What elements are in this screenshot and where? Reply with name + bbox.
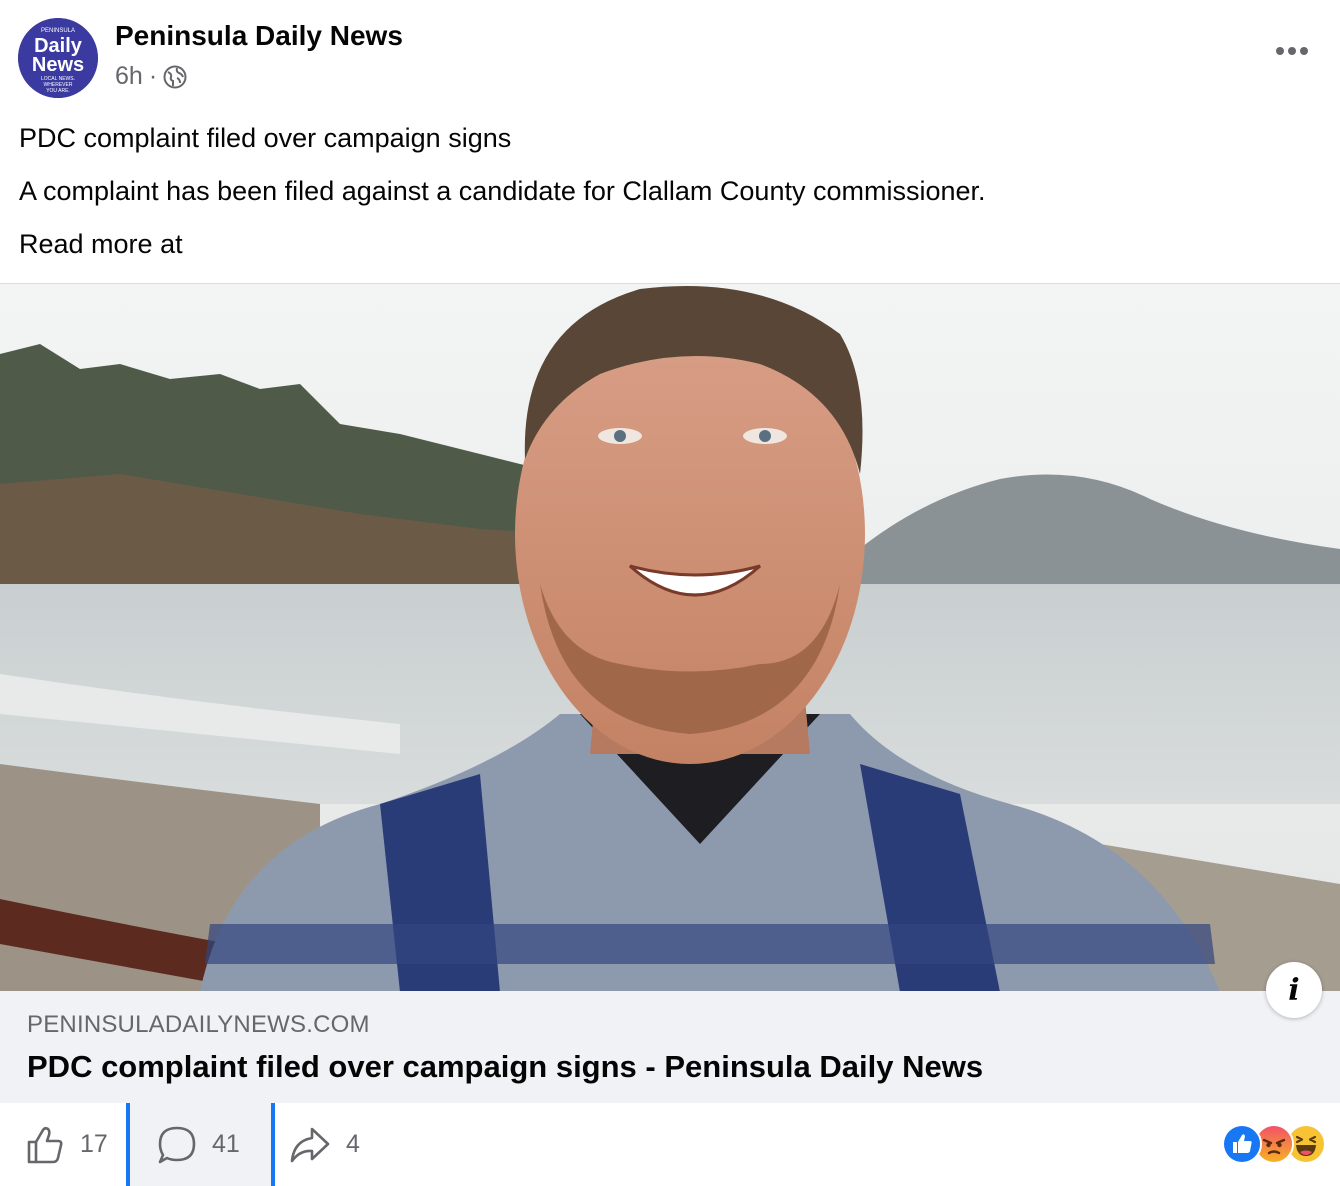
meta-separator: · (148, 62, 158, 90)
more-dot-icon (1300, 47, 1308, 55)
like-reaction-icon (1222, 1124, 1262, 1164)
share-count: 4 (346, 1130, 360, 1158)
avatar-tagline-3: YOU ARE. (46, 88, 70, 94)
link-preview-footer[interactable]: PENINSULADAILYNEWS.COM PDC complaint fil… (0, 991, 1340, 1103)
comment-button[interactable]: 41 (130, 1103, 272, 1186)
post-text: PDC complaint filed over campaign signs … (19, 112, 1319, 271)
more-options-button[interactable] (1272, 36, 1312, 66)
avatar-top-text: PENINSULA (41, 28, 75, 34)
thumbs-up-icon (27, 1126, 63, 1163)
post-read-more: Read more at (19, 229, 183, 259)
more-dot-icon (1276, 47, 1284, 55)
avatar-line2: News (32, 54, 84, 76)
action-divider (271, 1103, 275, 1186)
post-meta: 6h · (115, 62, 187, 91)
page-name[interactable]: Peninsula Daily News (115, 20, 403, 52)
post-time[interactable]: 6h (115, 62, 143, 91)
page-avatar[interactable]: PENINSULA Daily News LOCAL NEWS. WHEREVE… (18, 18, 98, 98)
info-button[interactable]: i (1266, 962, 1322, 1018)
post-summary: A complaint has been filed against a can… (19, 176, 986, 206)
post-headline: PDC complaint filed over campaign signs (19, 123, 512, 153)
share-icon (290, 1127, 330, 1162)
more-dot-icon (1288, 47, 1296, 55)
like-button[interactable]: 17 (24, 1103, 108, 1186)
like-count: 17 (80, 1130, 108, 1158)
comment-count: 41 (212, 1130, 240, 1158)
post-header: PENINSULA Daily News LOCAL NEWS. WHEREVE… (0, 0, 1340, 110)
link-domain: PENINSULADAILYNEWS.COM (27, 1011, 370, 1038)
share-button[interactable]: 4 (288, 1103, 360, 1186)
reaction-summary[interactable] (1222, 1124, 1326, 1164)
globe-icon (163, 65, 187, 88)
comment-icon (158, 1126, 196, 1163)
post-action-bar: 17 41 4 (0, 1103, 1340, 1186)
info-icon: i (1288, 972, 1300, 1008)
link-preview-image[interactable] (0, 283, 1340, 992)
link-title[interactable]: PDC complaint filed over campaign signs … (27, 1049, 983, 1085)
